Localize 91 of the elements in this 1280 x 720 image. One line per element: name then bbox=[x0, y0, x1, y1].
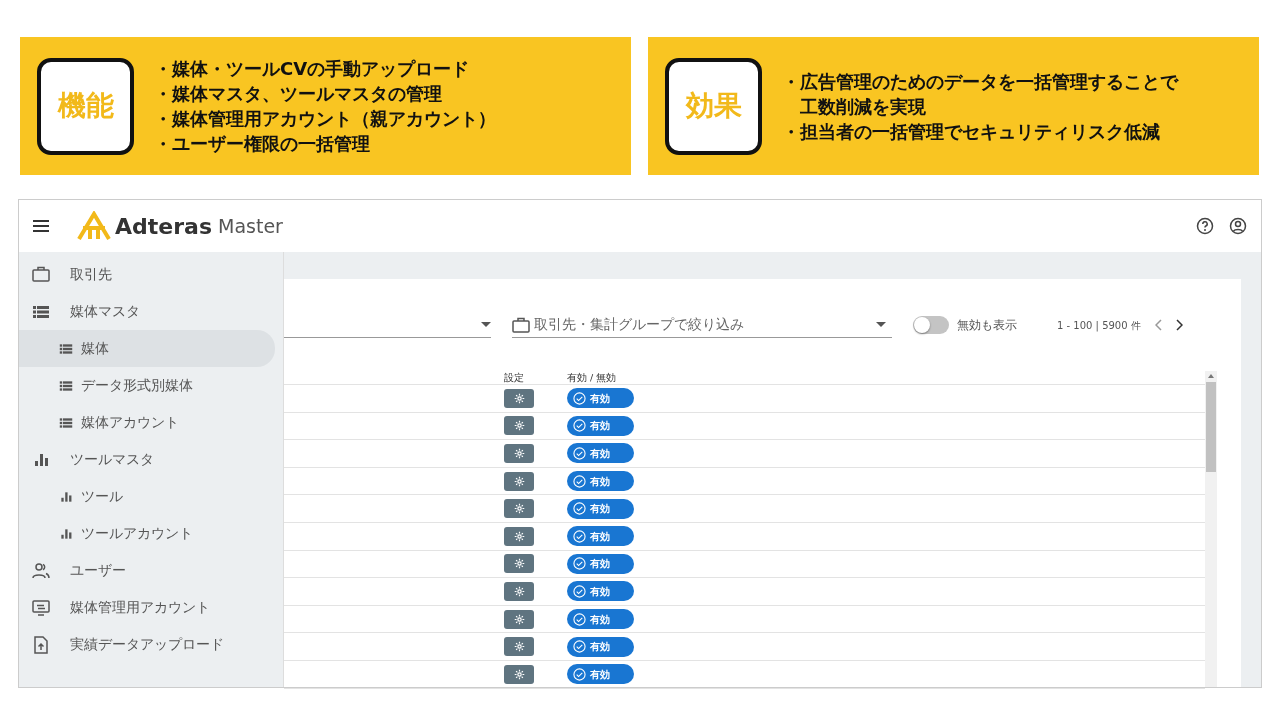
logo-icon bbox=[77, 211, 111, 241]
settings-icon bbox=[513, 530, 525, 542]
status-badge: 有効 bbox=[567, 664, 634, 685]
sidebar-item[interactable]: 媒体マスタ bbox=[19, 293, 275, 330]
settings-icon bbox=[513, 558, 525, 570]
settings-button[interactable] bbox=[504, 637, 534, 657]
settings-icon bbox=[513, 420, 525, 432]
sidebar-item[interactable]: 取引先 bbox=[19, 256, 275, 293]
settings-button[interactable] bbox=[504, 664, 534, 684]
check-circle-icon bbox=[573, 391, 586, 405]
status-badge: 有効 bbox=[567, 609, 634, 630]
column-header: 設定 bbox=[504, 371, 525, 384]
account-icon[interactable] bbox=[1229, 217, 1247, 235]
bar-chart-icon bbox=[59, 526, 73, 541]
bullet-text: ・広告管理のためのデータを一括管理することで工数削減を実現 bbox=[782, 69, 1180, 119]
bullet-text: ・ユーザー権限の一括管理 bbox=[154, 132, 371, 156]
settings-icon bbox=[513, 392, 525, 404]
check-circle-icon bbox=[573, 419, 586, 433]
settings-button[interactable] bbox=[504, 609, 534, 629]
status-badge: 有効 bbox=[567, 471, 634, 492]
scrollbar-thumb[interactable] bbox=[1206, 382, 1216, 472]
sidebar-item[interactable]: ユーザー bbox=[19, 552, 275, 589]
status-badge: 有効 bbox=[567, 581, 634, 602]
heading-label: 効果 bbox=[665, 57, 762, 155]
sidebar-item[interactable]: ツールマスタ bbox=[19, 441, 275, 478]
next-icon[interactable] bbox=[1174, 319, 1183, 331]
help-icon[interactable] bbox=[1196, 217, 1214, 235]
sidebar-item[interactable]: 媒体管理用アカウント bbox=[19, 589, 275, 626]
settings-icon bbox=[513, 668, 525, 680]
bar-chart-icon bbox=[59, 489, 73, 504]
settings-button[interactable] bbox=[504, 416, 534, 436]
heading-label: 機能 bbox=[37, 57, 134, 155]
people-icon bbox=[32, 561, 50, 580]
settings-icon bbox=[513, 613, 525, 625]
settings-icon bbox=[513, 503, 525, 515]
list-icon bbox=[59, 341, 73, 356]
bullet-text: ・媒体・ツールCVの手動アップロード bbox=[154, 57, 471, 81]
status-badge: 有効 bbox=[567, 553, 634, 574]
check-circle-icon bbox=[573, 447, 586, 460]
settings-button[interactable] bbox=[504, 526, 534, 546]
check-circle-icon bbox=[573, 502, 586, 516]
check-circle-icon bbox=[573, 612, 586, 626]
file-upload-icon bbox=[32, 635, 50, 654]
settings-icon bbox=[513, 641, 525, 653]
check-circle-icon bbox=[573, 474, 586, 488]
settings-button[interactable] bbox=[504, 471, 534, 491]
status-badge: 有効 bbox=[567, 636, 634, 657]
sidebar-item[interactable]: 媒体 bbox=[19, 330, 275, 367]
toggle-label: 無効も表示 bbox=[957, 317, 1017, 334]
settings-button[interactable] bbox=[504, 499, 534, 519]
menu-icon[interactable] bbox=[33, 220, 49, 232]
settings-icon bbox=[513, 475, 525, 487]
settings-icon bbox=[513, 585, 525, 597]
previous-icon[interactable] bbox=[1154, 319, 1163, 331]
check-circle-icon bbox=[573, 667, 586, 681]
filter-field[interactable]: 取引先・集計グループで絞り込み bbox=[530, 314, 876, 335]
status-badge: 有効 bbox=[567, 388, 634, 409]
caret-icon bbox=[481, 322, 491, 327]
pagination-range: 1 - 100 | 5900 件 bbox=[1057, 318, 1141, 333]
product-name: Master bbox=[218, 213, 283, 239]
list-icon bbox=[59, 415, 73, 430]
check-circle-icon bbox=[573, 557, 586, 571]
check-circle-icon bbox=[573, 529, 586, 543]
settings-button[interactable] bbox=[504, 444, 534, 463]
settings-button[interactable] bbox=[504, 554, 534, 574]
status-badge: 有効 bbox=[567, 443, 634, 464]
briefcase-icon bbox=[512, 316, 530, 333]
sidebar-item[interactable]: ツール bbox=[19, 478, 275, 515]
briefcase-icon bbox=[32, 265, 50, 284]
sidebar-item[interactable]: 実績データアップロード bbox=[19, 626, 275, 663]
bullet-text: ・媒体管理用アカウント（親アカウント） bbox=[154, 107, 496, 131]
settings-icon bbox=[513, 448, 525, 459]
brand-name: Adteras bbox=[115, 212, 212, 241]
check-circle-icon bbox=[573, 640, 586, 654]
bullet-text: ・媒体マスタ、ツールマスタの管理 bbox=[154, 82, 443, 106]
settings-button[interactable] bbox=[504, 388, 534, 408]
scroll-up-icon[interactable] bbox=[1208, 374, 1214, 378]
sidebar-item[interactable]: データ形式別媒体 bbox=[19, 367, 275, 404]
monitor-icon bbox=[32, 598, 50, 617]
sidebar-item[interactable]: ツールアカウント bbox=[19, 515, 275, 552]
check-circle-icon bbox=[573, 584, 586, 598]
settings-button[interactable] bbox=[504, 581, 534, 601]
list-icon bbox=[59, 378, 73, 393]
status-badge: 有効 bbox=[567, 415, 634, 436]
toggle-switch[interactable] bbox=[913, 316, 949, 334]
bullet-text: ・担当者の一括管理でセキュリティリスク低減 bbox=[782, 119, 1161, 144]
caret-icon bbox=[876, 322, 886, 327]
status-badge: 有効 bbox=[567, 526, 634, 547]
sidebar-item[interactable]: 媒体アカウント bbox=[19, 404, 275, 441]
status-badge: 有効 bbox=[567, 498, 634, 519]
column-header: 有効 / 無効 bbox=[567, 371, 617, 384]
